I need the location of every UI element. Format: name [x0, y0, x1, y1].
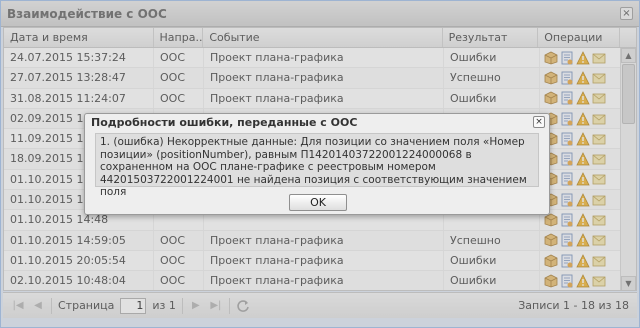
dialog-header: Подробности ошибки, переданные с ООС × — [85, 114, 549, 130]
close-icon[interactable]: × — [533, 116, 545, 128]
error-details-dialog: Подробности ошибки, переданные с ООС × 1… — [84, 113, 550, 215]
dialog-title: Подробности ошибки, переданные с ООС — [91, 115, 358, 129]
ok-button[interactable]: OK — [289, 194, 347, 211]
error-message: 1. (ошибка) Некорректные данные: Для поз… — [95, 133, 539, 198]
